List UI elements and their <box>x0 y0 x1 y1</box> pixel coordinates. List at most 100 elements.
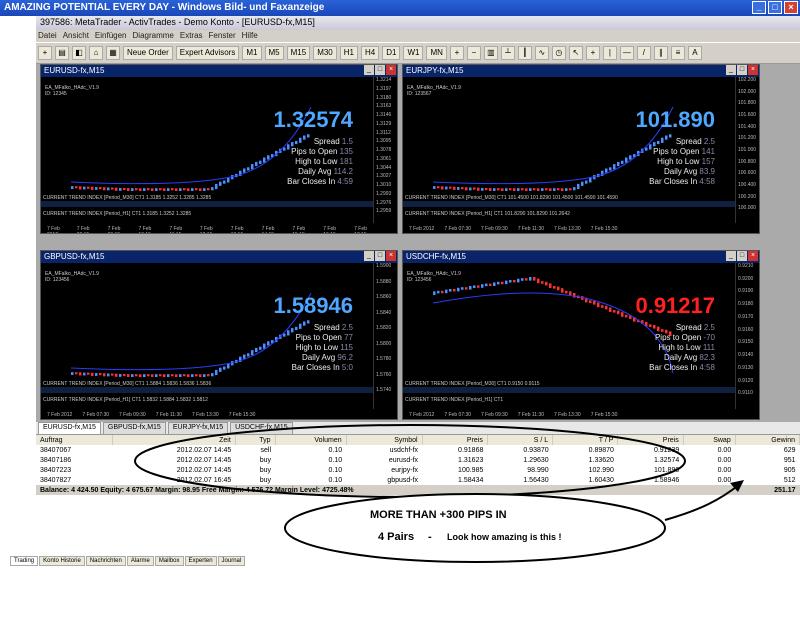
chart-tab-eurjpy[interactable]: EURJPY-fx,M15 <box>167 422 229 434</box>
market-watch-icon[interactable]: ◧ <box>72 46 86 60</box>
candle <box>187 374 190 377</box>
candle <box>171 374 174 377</box>
col-open-price[interactable]: Preis <box>422 435 488 445</box>
chart-maximize-button[interactable]: □ <box>375 65 385 75</box>
tf-w1[interactable]: W1 <box>403 46 424 60</box>
expert-advisors-button[interactable]: Expert Advisors <box>175 46 240 60</box>
tf-h4[interactable]: H4 <box>360 46 380 60</box>
order-row[interactable]: 38407186 2012.02.07 14:45 buy 0.10 eurusd-fx… <box>36 455 800 465</box>
chart-minimize-button[interactable]: _ <box>364 251 374 261</box>
tf-m30[interactable]: M30 <box>313 46 337 60</box>
tab-experts[interactable]: Experten <box>184 556 217 566</box>
order-row[interactable]: 38407827 2012.02.07 16:45 buy 0.10 gbpusd-fx… <box>36 475 800 485</box>
candle <box>111 373 114 376</box>
menu-help[interactable]: Hilfe <box>242 31 258 41</box>
col-type[interactable]: Typ <box>235 435 276 445</box>
channel-icon[interactable]: ∥ <box>653 46 668 60</box>
text-icon[interactable]: A <box>687 46 702 60</box>
order-row[interactable]: 38407223 2012.02.07 14:45 buy 0.10 eurjpy-fx… <box>36 465 800 475</box>
tab-trading[interactable]: Trading <box>10 556 39 566</box>
chart-close-button[interactable]: × <box>386 251 396 261</box>
vertical-line-icon[interactable]: | <box>602 46 617 60</box>
candle <box>247 167 250 171</box>
candle <box>151 188 154 191</box>
chart-maximize-button[interactable]: □ <box>737 65 747 75</box>
menu-window[interactable]: Fenster <box>209 31 236 41</box>
order-row[interactable]: 38407067 2012.02.07 14:45 sell 0.10 usdchf-f… <box>36 445 800 455</box>
crosshair-icon[interactable]: + <box>585 46 600 60</box>
tab-account-history[interactable]: Konto Historie <box>39 556 85 566</box>
col-price[interactable]: Preis <box>617 435 684 445</box>
candle <box>549 283 552 288</box>
menu-view[interactable]: Ansicht <box>63 31 89 41</box>
chart-close-button[interactable]: × <box>386 65 396 75</box>
col-sl[interactable]: S / L <box>487 435 554 445</box>
chart-minimize-button[interactable]: _ <box>726 65 736 75</box>
minimize-button[interactable]: _ <box>752 1 766 14</box>
total-profit: 251.17 <box>735 485 800 495</box>
line-chart-icon[interactable]: ∿ <box>534 46 549 60</box>
navigator-icon[interactable]: ⌂ <box>89 46 103 60</box>
zoom-out-icon[interactable]: − <box>466 46 481 60</box>
tab-journal[interactable]: Journal <box>217 556 246 566</box>
chart-maximize-button[interactable]: □ <box>375 251 385 261</box>
tf-d1[interactable]: D1 <box>382 46 401 60</box>
bar-closes-value: Bar Closes In 4:59 <box>287 177 353 186</box>
candle <box>203 188 206 191</box>
order-cell: 1.56430 <box>523 476 549 484</box>
candle <box>669 134 672 138</box>
zoom-in-icon[interactable]: + <box>449 46 464 60</box>
menu-file[interactable]: Datei <box>38 31 57 41</box>
chart-window-gbpusd[interactable]: GBPUSD-fx,M15 _ □ × EA_MFalko_HAdc_V1.9 ID… <box>40 250 398 420</box>
new-chart-icon[interactable]: + <box>38 46 52 60</box>
cursor-icon[interactable]: ↖ <box>568 46 583 60</box>
col-symbol[interactable]: Symbol <box>346 435 423 445</box>
chart-close-button[interactable]: × <box>748 65 758 75</box>
chart-minimize-button[interactable]: _ <box>364 65 374 75</box>
new-order-button[interactable]: Neue Order <box>123 46 173 60</box>
menu-tools[interactable]: Extras <box>180 31 203 41</box>
col-volume[interactable]: Volumen <box>275 435 347 445</box>
period-icon[interactable]: ◷ <box>551 46 566 60</box>
horizontal-line-icon[interactable]: — <box>619 46 634 60</box>
order-cell: 905 <box>783 466 796 474</box>
chart-minimize-button[interactable]: _ <box>726 251 736 261</box>
candlestick-icon[interactable]: ┃ <box>517 46 532 60</box>
chart-window-eurjpy[interactable]: EURJPY-fx,M15 _ □ × EA_MFalko_HAdc_V1.9 ID… <box>402 64 760 234</box>
bar-chart-icon[interactable]: ┴ <box>500 46 515 60</box>
tf-h1[interactable]: H1 <box>339 46 358 60</box>
chart-tab-eurusd[interactable]: EURUSD-fx,M15 <box>38 422 101 434</box>
chart-window-usdchf[interactable]: USDCHF-fx,M15 _ □ × EA_MFalko_HAdc_V1.9 ID… <box>402 250 760 420</box>
col-tp[interactable]: T / P <box>552 435 619 445</box>
chart-tab-usdchf[interactable]: USDCHF-fx,M15 <box>230 422 293 434</box>
trendline-icon[interactable]: / <box>636 46 651 60</box>
tf-m5[interactable]: M5 <box>264 46 284 60</box>
price-tick-label: 1.3197 <box>376 85 392 92</box>
maximize-button[interactable]: □ <box>768 1 782 14</box>
terminal-icon[interactable]: ▦ <box>106 46 120 60</box>
menu-insert[interactable]: Einfügen <box>95 31 127 41</box>
col-swap[interactable]: Swap <box>683 435 736 445</box>
profiles-icon[interactable]: ▤ <box>55 46 69 60</box>
tab-mailbox[interactable]: Mailbox <box>154 556 184 566</box>
col-order[interactable]: Auftrag <box>36 435 114 445</box>
chart-maximize-button[interactable]: □ <box>737 251 747 261</box>
time-tick-label: 7 Feb 13:15 <box>230 226 244 233</box>
chart-tab-gbpusd[interactable]: GBPUSD-fx,M15 <box>102 422 166 434</box>
close-button[interactable]: × <box>784 1 798 14</box>
tab-alerts[interactable]: Alarme <box>126 556 154 566</box>
tab-news[interactable]: Nachrichten <box>85 556 126 566</box>
tf-m15[interactable]: M15 <box>286 46 311 60</box>
candle <box>143 188 146 191</box>
fibonacci-icon[interactable]: ≡ <box>670 46 685 60</box>
col-profit[interactable]: Gewinn <box>735 435 800 445</box>
tf-mn[interactable]: MN <box>426 46 447 60</box>
chart-close-button[interactable]: × <box>748 251 758 261</box>
app-title: 397586: MetaTrader - ActivTrades - Demo … <box>40 17 315 27</box>
chart-window-eurusd[interactable]: EURUSD-fx,M15 _ □ × EA_MFalko_HAdc_V1.9 ID… <box>40 64 398 234</box>
col-time[interactable]: Zeit <box>112 435 236 445</box>
tf-m1[interactable]: M1 <box>242 46 262 60</box>
tile-windows-icon[interactable]: ▥ <box>483 46 498 60</box>
menu-charts[interactable]: Diagramme <box>133 31 174 41</box>
order-cell: 101.890 <box>653 466 680 474</box>
